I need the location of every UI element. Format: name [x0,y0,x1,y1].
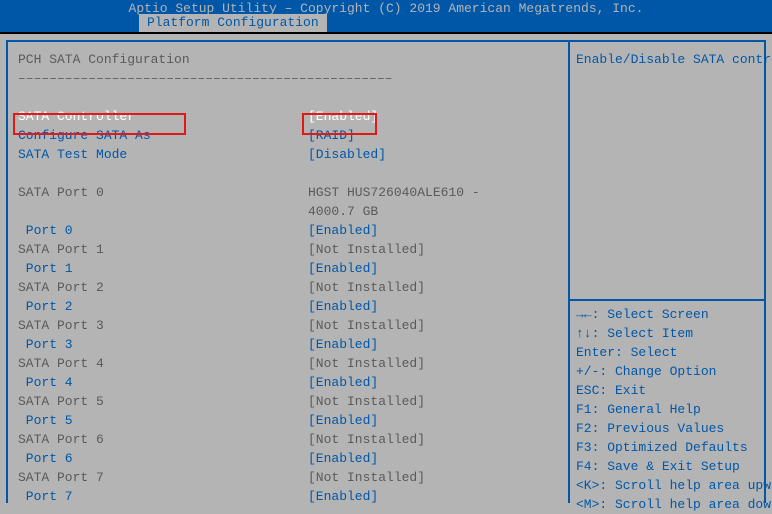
item-value: [RAID] [308,126,558,145]
port-capacity: 4000.7 GB [308,202,558,221]
port-sub-label: Port 2 [18,297,308,316]
port-label: SATA Port 7 [18,468,308,487]
port-sub-value: [Enabled] [308,487,558,506]
help-line: <K>: Scroll help area upwards [576,476,758,495]
spacer [18,164,558,183]
port-status: [Not Installed] [308,278,558,297]
port-label: SATA Port 3 [18,316,308,335]
menu-item[interactable]: SATA Test Mode[Disabled] [18,145,558,164]
help-line: F3: Optimized Defaults [576,438,758,457]
help-line: F1: General Help [576,400,758,419]
port-status: [Not Installed] [308,430,558,449]
help-line: F4: Save & Exit Setup [576,457,758,476]
help-divider [570,299,764,301]
item-value: [Enabled] [308,107,558,126]
sata-port-row: SATA Port 6[Not Installed] [18,430,558,449]
section-divider: ––––––––––––––––––––––––––––––––––––––––… [18,69,558,88]
port-status: [Not Installed] [308,354,558,373]
help-pane: Enable/Disable SATA controller →←: Selec… [570,42,764,503]
port-sub-label: Port 0 [18,221,308,240]
item-sata-controller[interactable]: SATA Controller [Enabled] [18,107,558,126]
spacer [18,88,558,107]
port-status: HGST HUS726040ALE610 - [308,183,558,202]
item-label: Configure SATA As [18,126,308,145]
settings-pane: PCH SATA Configuration –––––––––––––––––… [8,42,568,503]
section-title: PCH SATA Configuration [18,50,558,69]
sata-port-row: SATA Port 7[Not Installed] [18,468,558,487]
sata-port-row: SATA Port 3[Not Installed] [18,316,558,335]
port-enable-item[interactable]: Port 1[Enabled] [18,259,558,278]
context-help: Enable/Disable SATA controller [576,50,758,69]
help-line: ESC: Exit [576,381,758,400]
port-sub-value: [Enabled] [308,335,558,354]
port-enable-item[interactable]: Port 7[Enabled] [18,487,558,506]
sata-port-row: SATA Port 4[Not Installed] [18,354,558,373]
help-line: ↑↓: Select Item [576,324,758,343]
port-status: [Not Installed] [308,316,558,335]
sata-port-row: SATA Port 0HGST HUS726040ALE610 - [18,183,558,202]
item-value: [Disabled] [308,145,558,164]
port-sub-value: [Enabled] [308,297,558,316]
tab-platform-configuration[interactable]: Platform Configuration [139,14,327,32]
port-enable-item[interactable]: Port 0[Enabled] [18,221,558,240]
title-bar: Aptio Setup Utility – Copyright (C) 2019… [0,0,772,34]
port-enable-item[interactable]: Port 5[Enabled] [18,411,558,430]
port-enable-item[interactable]: Port 4[Enabled] [18,373,558,392]
port-label: SATA Port 0 [18,183,308,202]
port-enable-item[interactable]: Port 2[Enabled] [18,297,558,316]
port-sub-label: Port 1 [18,259,308,278]
item-label: SATA Test Mode [18,145,308,164]
port-status: [Not Installed] [308,240,558,259]
sata-port-row: SATA Port 1[Not Installed] [18,240,558,259]
item-label: SATA Controller [18,107,308,126]
utility-title: Aptio Setup Utility – Copyright (C) 2019… [0,0,772,17]
port-enable-item[interactable]: Port 6[Enabled] [18,449,558,468]
port-sub-label: Port 4 [18,373,308,392]
help-line: Enter: Select [576,343,758,362]
menu-item[interactable]: Configure SATA As[RAID] [18,126,558,145]
port-label: SATA Port 4 [18,354,308,373]
port-sub-value: [Enabled] [308,259,558,278]
sata-port-row-extra: 4000.7 GB [18,202,558,221]
port-sub-value: [Enabled] [308,373,558,392]
port-enable-item[interactable]: Port 3[Enabled] [18,335,558,354]
port-label: SATA Port 1 [18,240,308,259]
main-frame: PCH SATA Configuration –––––––––––––––––… [6,40,766,503]
port-sub-label: Port 6 [18,449,308,468]
port-sub-label: Port 5 [18,411,308,430]
port-sub-value: [Enabled] [308,449,558,468]
port-sub-label: Port 7 [18,487,308,506]
help-line: <M>: Scroll help area downwards [576,495,758,514]
spacer [576,69,758,297]
help-line: F2: Previous Values [576,419,758,438]
help-line: →←: Select Screen [576,305,758,324]
port-status: [Not Installed] [308,468,558,487]
port-label: SATA Port 2 [18,278,308,297]
port-label: SATA Port 6 [18,430,308,449]
port-status: [Not Installed] [308,392,558,411]
sata-port-row: SATA Port 5[Not Installed] [18,392,558,411]
port-sub-label: Port 3 [18,335,308,354]
port-label: SATA Port 5 [18,392,308,411]
port-sub-value: [Enabled] [308,221,558,240]
port-sub-value: [Enabled] [308,411,558,430]
help-line: +/-: Change Option [576,362,758,381]
sata-port-row: SATA Port 2[Not Installed] [18,278,558,297]
